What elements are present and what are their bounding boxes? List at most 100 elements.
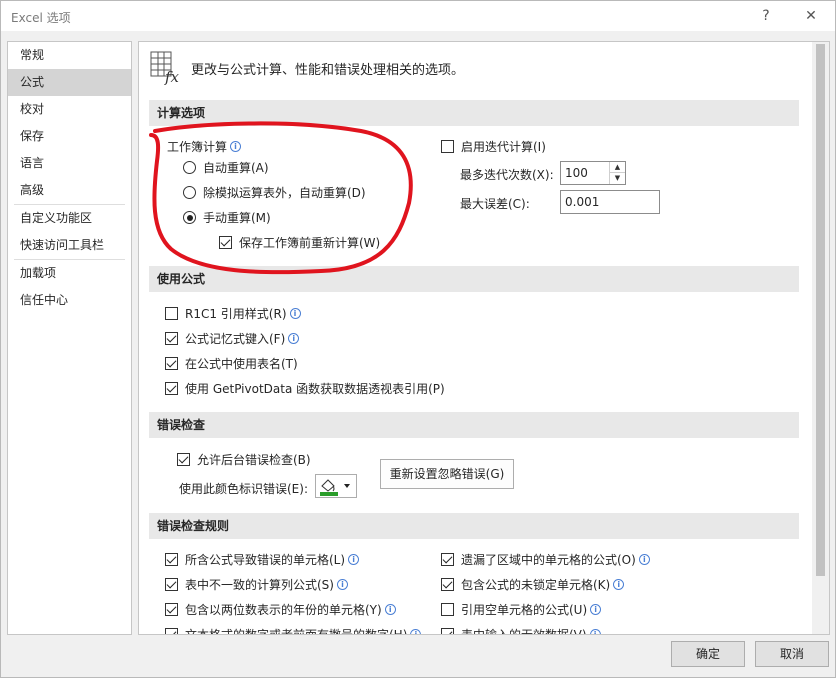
max-iterations-value[interactable]: 100 <box>565 166 588 180</box>
nav-item-proofing[interactable]: 校对 <box>8 96 131 123</box>
checkbox[interactable] <box>165 628 178 634</box>
workbook-calc-label: 工作簿计算 i <box>167 138 242 155</box>
rule-label: 遗漏了区域中的单元格的公式(O) <box>461 553 636 567</box>
rule-label: 引用空单元格的公式(U) <box>461 603 588 617</box>
checkbox[interactable] <box>165 578 178 591</box>
scrollbar-thumb[interactable] <box>816 44 825 576</box>
max-change-input[interactable]: 0.001 <box>560 190 660 214</box>
getpivotdata-label: 使用 GetPivotData 函数获取数据透视表引用(P) <box>185 382 445 396</box>
max-iterations-stepper[interactable]: 100 ▲ ▼ <box>560 161 626 185</box>
iterative-calc-label: 启用迭代计算(I) <box>461 140 546 154</box>
checkbox[interactable] <box>219 236 232 249</box>
iterative-calc-checkbox[interactable]: 启用迭代计算(I) <box>441 138 546 155</box>
close-button[interactable]: ✕ <box>798 5 824 27</box>
info-icon: i <box>590 604 602 615</box>
checkbox[interactable] <box>165 382 178 395</box>
info-icon: i <box>348 554 360 565</box>
spin-buttons[interactable]: ▲ ▼ <box>609 162 625 184</box>
vertical-scrollbar[interactable] <box>812 42 829 634</box>
radio-manual[interactable]: 手动重算(M) <box>183 209 271 226</box>
rule-omitted-cells-checkbox[interactable]: 遗漏了区域中的单元格的公式(O) i <box>441 551 650 568</box>
checkbox[interactable] <box>165 603 178 616</box>
error-color-picker[interactable] <box>315 474 357 498</box>
rule-label: 包含以两位数表示的年份的单元格(Y) <box>185 603 382 617</box>
r1c1-label: R1C1 引用样式(R) <box>185 307 287 321</box>
background-error-checkbox[interactable]: 允许后台错误检查(B) <box>177 451 311 468</box>
checkbox[interactable] <box>165 332 178 345</box>
info-icon: i <box>288 333 300 344</box>
cancel-button[interactable]: 取消 <box>755 641 829 667</box>
nav-item-save[interactable]: 保存 <box>8 123 131 150</box>
radio-auto[interactable]: 自动重算(A) <box>183 159 269 176</box>
rule-inconsistent-column-checkbox[interactable]: 表中不一致的计算列公式(S) i <box>165 576 348 593</box>
rule-label: 文本格式的数字或者前面有撇号的数字(H) <box>185 628 408 635</box>
rule-label: 表中输入的无效数据(V) <box>461 628 587 635</box>
category-sidebar: 常规 公式 校对 保存 语言 高级 自定义功能区 快速访问工具栏 加载项 信任中… <box>7 41 132 635</box>
radio-manual-label: 手动重算(M) <box>203 211 271 225</box>
help-button[interactable]: ? <box>753 5 779 27</box>
rule-text-numbers-checkbox[interactable]: 文本格式的数字或者前面有撇号的数字(H) i <box>165 626 422 635</box>
section-calc-options: 计算选项 <box>149 100 799 126</box>
title-bar: Excel 选项 ? ✕ <box>1 1 835 31</box>
error-color-label: 使用此颜色标识错误(E): <box>179 482 308 496</box>
getpivotdata-checkbox[interactable]: 使用 GetPivotData 函数获取数据透视表引用(P) <box>165 380 445 397</box>
radio-auto-label: 自动重算(A) <box>203 161 269 175</box>
svg-text:fx: fx <box>164 68 180 86</box>
info-icon: i <box>613 579 625 590</box>
nav-item-addins[interactable]: 加载项 <box>8 260 131 287</box>
rule-empty-cells-checkbox[interactable]: 引用空单元格的公式(U) i <box>441 601 602 618</box>
rule-label: 表中不一致的计算列公式(S) <box>185 578 334 592</box>
nav-item-quick-access[interactable]: 快速访问工具栏 <box>8 232 131 259</box>
nav-item-language[interactable]: 语言 <box>8 150 131 177</box>
checkbox[interactable] <box>165 307 178 320</box>
header-text: 更改与公式计算、性能和错误处理相关的选项。 <box>191 62 465 78</box>
options-panel: fx 更改与公式计算、性能和错误处理相关的选项。 计算选项 工作簿计算 i 自动重… <box>138 41 830 635</box>
info-icon: i <box>336 579 348 590</box>
nav-item-trust-center[interactable]: 信任中心 <box>8 287 131 314</box>
rule-unlocked-cells-checkbox[interactable]: 包含公式的未锁定单元格(K) i <box>441 576 625 593</box>
nav-item-customize-ribbon[interactable]: 自定义功能区 <box>8 205 131 232</box>
table-names-label: 在公式中使用表名(T) <box>185 357 298 371</box>
checkbox[interactable] <box>441 628 454 634</box>
info-icon: i <box>230 141 242 152</box>
checkbox[interactable] <box>441 603 454 616</box>
section-error-checking-rules: 错误检查规则 <box>149 513 799 539</box>
radio-auto-except-label: 除模拟运算表外，自动重算(D) <box>203 186 366 200</box>
nav-item-general[interactable]: 常规 <box>8 42 131 69</box>
max-change-label: 最大误差(C): <box>460 197 530 211</box>
checkbox[interactable] <box>165 553 178 566</box>
checkbox[interactable] <box>441 578 454 591</box>
reset-ignored-errors-button[interactable]: 重新设置忽略错误(G) <box>380 459 514 489</box>
info-icon: i <box>384 604 396 615</box>
nav-item-formulas[interactable]: 公式 <box>8 69 131 96</box>
info-icon: i <box>289 308 301 319</box>
ok-button[interactable]: 确定 <box>671 641 745 667</box>
rule-label: 所含公式导致错误的单元格(L) <box>185 553 346 567</box>
checkbox[interactable] <box>177 453 190 466</box>
section-error-checking: 错误检查 <box>149 412 799 438</box>
autocomplete-checkbox[interactable]: 公式记忆式键入(F) i <box>165 330 300 347</box>
spin-down-icon[interactable]: ▼ <box>610 173 625 184</box>
table-names-checkbox[interactable]: 在公式中使用表名(T) <box>165 355 298 372</box>
recalc-before-save-label: 保存工作簿前重新计算(W) <box>239 236 381 250</box>
background-error-label: 允许后台错误检查(B) <box>197 453 311 467</box>
radio-auto-except-tables[interactable]: 除模拟运算表外，自动重算(D) <box>183 184 366 201</box>
rule-two-digit-years-checkbox[interactable]: 包含以两位数表示的年份的单元格(Y) i <box>165 601 396 618</box>
radio-button[interactable] <box>183 186 196 199</box>
window-title: Excel 选项 <box>11 11 71 25</box>
nav-item-advanced[interactable]: 高级 <box>8 177 131 204</box>
max-iterations-label: 最多迭代次数(X): <box>460 168 554 182</box>
info-icon: i <box>410 629 422 634</box>
radio-button[interactable] <box>183 161 196 174</box>
rule-error-formulas-checkbox[interactable]: 所含公式导致错误的单元格(L) i <box>165 551 360 568</box>
checkbox[interactable] <box>441 140 454 153</box>
autocomplete-label: 公式记忆式键入(F) <box>185 332 286 346</box>
checkbox[interactable] <box>165 357 178 370</box>
rule-invalid-data-checkbox[interactable]: 表中输入的无效数据(V) i <box>441 626 601 635</box>
rule-label: 包含公式的未锁定单元格(K) <box>461 578 611 592</box>
r1c1-checkbox[interactable]: R1C1 引用样式(R) i <box>165 305 301 322</box>
radio-button[interactable] <box>183 211 196 224</box>
spin-up-icon[interactable]: ▲ <box>610 162 625 173</box>
recalc-before-save-checkbox[interactable]: 保存工作簿前重新计算(W) <box>219 234 380 251</box>
checkbox[interactable] <box>441 553 454 566</box>
